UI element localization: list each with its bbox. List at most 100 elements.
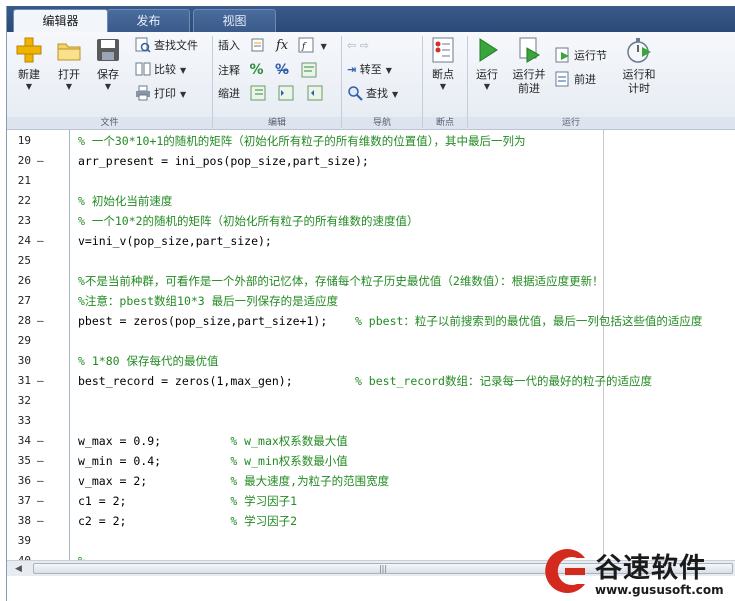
- line-number: 27: [17, 294, 31, 307]
- code-comment: %不是当前种群，可看作是一个外部的记忆体，存储每个粒子历史最优值（2维数值）：根…: [78, 274, 604, 288]
- code-comment: %注意：pbest数组10*3 最后一列保存的是适应度: [78, 294, 339, 308]
- code-statement: w_max = 0.9;: [78, 434, 231, 448]
- code-editor[interactable]: 19 % 一个30*10+1的随机的矩阵（初始化所有粒子的所有维数的位置值），其中…: [7, 130, 735, 560]
- code-line[interactable]: 21: [7, 171, 735, 191]
- open-button[interactable]: 打开 ▼: [53, 36, 85, 92]
- back-forward-buttons[interactable]: ⇦ ⇨: [347, 36, 369, 56]
- save-icon: [94, 36, 122, 64]
- executable-marker[interactable]: —: [37, 471, 44, 491]
- forward-arrow-icon[interactable]: ⇨: [360, 39, 369, 52]
- code-line[interactable]: 20 — arr_present = ini_pos(pop_size,part_s…: [7, 151, 735, 171]
- open-label: 打开: [58, 68, 80, 81]
- code-line[interactable]: 30 % 1*80 保存每代的最优值: [7, 351, 735, 371]
- code-line[interactable]: 28 — pbest = zeros(pop_size,part_size+1); …: [7, 311, 735, 331]
- line-number: 36: [17, 474, 31, 487]
- insert-button[interactable]: 插入 fx f ▼: [218, 36, 327, 56]
- increase-indent-icon[interactable]: [278, 85, 294, 101]
- code-line[interactable]: 35 — w_min = 0.4; % w_min权系数最小值: [7, 451, 735, 471]
- run-and-time-button[interactable]: 运行和 计时: [619, 36, 659, 96]
- code-line[interactable]: 25: [7, 251, 735, 271]
- code-line[interactable]: 29: [7, 331, 735, 351]
- code-text: %不是当前种群，可看作是一个外部的记忆体，存储每个粒子历史最优值（2维数值）：根…: [78, 271, 604, 291]
- code-line[interactable]: 34 — w_max = 0.9; % w_max权系数最大值: [7, 431, 735, 451]
- code-text: w_min = 0.4; % w_min权系数最小值: [78, 451, 348, 471]
- save-button[interactable]: 保存 ▼: [92, 36, 124, 92]
- tab-view[interactable]: 视图: [193, 9, 276, 32]
- executable-marker[interactable]: —: [37, 151, 44, 171]
- run-section-button[interactable]: 运行节: [555, 46, 607, 66]
- code-line[interactable]: 31 — best_record = zeros(1,max_gen); % bes…: [7, 371, 735, 391]
- ribbon-divider: [467, 36, 468, 128]
- advance-button[interactable]: 前进: [555, 70, 596, 90]
- code-comment: % 初始化当前速度: [78, 194, 173, 208]
- watermark-name: 谷速软件: [595, 553, 707, 584]
- code-line[interactable]: 36 — v_max = 2; % 最大速度,为粒子的范围宽度: [7, 471, 735, 491]
- executable-marker[interactable]: —: [37, 431, 44, 451]
- code-line[interactable]: 26 %不是当前种群，可看作是一个外部的记忆体，存储每个粒子历史最优值（2维数值）…: [7, 271, 735, 291]
- goto-button[interactable]: ⇥ 转至 ▼: [347, 60, 392, 80]
- run-advance-icon: [515, 36, 543, 64]
- code-text: % 一个10*2的随机的矩阵（初始化所有粒子的所有维数的速度值）: [78, 211, 419, 231]
- code-text: w_max = 0.9; % w_max权系数最大值: [78, 431, 348, 451]
- code-line[interactable]: 33: [7, 411, 735, 431]
- executable-marker[interactable]: —: [37, 451, 44, 471]
- ribbon-divider: [341, 36, 342, 128]
- breakpoints-button[interactable]: 断点 ▼: [425, 36, 461, 92]
- line-number: 37: [17, 494, 31, 507]
- back-arrow-icon[interactable]: ⇦: [347, 39, 356, 52]
- code-comment: % w_max权系数最大值: [230, 434, 348, 448]
- run-time-label-1: 运行和: [622, 68, 656, 81]
- executable-marker[interactable]: —: [37, 231, 44, 251]
- ribbon-toolbar: 新建 ▼ 打开 ▼ 保存 ▼ 查找文件 比较 ▼ 打印 ▼ 文件 插入 fx f…: [7, 32, 735, 130]
- function-icon[interactable]: f: [298, 37, 314, 53]
- line-number: 38: [17, 514, 31, 527]
- line-number: 29: [17, 334, 31, 347]
- smart-indent-icon[interactable]: [250, 85, 266, 101]
- tab-editor[interactable]: 编辑器: [13, 9, 108, 32]
- compare-button[interactable]: 比较 ▼: [135, 60, 186, 80]
- print-button[interactable]: 打印 ▼: [135, 84, 186, 104]
- code-statement: arr_present = ini_pos(pop_size,part_size…: [78, 154, 369, 168]
- comment-button[interactable]: 注释 % %̶: [218, 60, 320, 80]
- code-line[interactable]: 19 % 一个30*10+1的随机的矩阵（初始化所有粒子的所有维数的位置值），其中…: [7, 131, 735, 151]
- run-button[interactable]: 运行 ▼: [471, 36, 503, 92]
- gususoft-logo: [545, 549, 585, 593]
- executable-marker[interactable]: —: [37, 511, 44, 531]
- code-line[interactable]: 22 % 初始化当前速度: [7, 191, 735, 211]
- save-label: 保存: [97, 68, 119, 81]
- chevron-down-icon: ▼: [320, 42, 327, 51]
- find-label: 查找: [366, 87, 388, 100]
- chevron-down-icon: ▼: [439, 82, 447, 91]
- find-files-button[interactable]: 查找文件: [135, 36, 198, 56]
- compare-icon: [135, 61, 151, 77]
- line-number: 24: [17, 234, 31, 247]
- find-button[interactable]: 查找 ▼: [347, 84, 398, 104]
- line-number: 31: [17, 374, 31, 387]
- uncomment-percent-icon[interactable]: %̶: [275, 62, 289, 78]
- code-text: %注意：pbest数组10*3 最后一列保存的是适应度: [78, 291, 338, 311]
- chevron-down-icon: ▼: [104, 82, 112, 91]
- code-line[interactable]: 24 — v=ini_v(pop_size,part_size);: [7, 231, 735, 251]
- decrease-indent-icon[interactable]: [307, 85, 323, 101]
- line-number: 40: [7, 551, 31, 560]
- chevron-down-icon: ▼: [25, 82, 33, 91]
- tab-publish[interactable]: 发布: [107, 9, 190, 32]
- code-line[interactable]: 23 % 一个10*2的随机的矩阵（初始化所有粒子的所有维数的速度值）: [7, 211, 735, 231]
- comment-percent-icon[interactable]: %: [250, 62, 264, 78]
- executable-marker[interactable]: —: [37, 311, 44, 331]
- code-comment: % w_min权系数最小值: [230, 454, 348, 468]
- wrap-comments-icon[interactable]: [301, 62, 317, 78]
- executable-marker[interactable]: —: [37, 491, 44, 511]
- fx-icon[interactable]: fx: [276, 38, 288, 53]
- code-line[interactable]: 32: [7, 391, 735, 411]
- code-line[interactable]: 38 — c2 = 2; % 学习因子2: [7, 511, 735, 531]
- indent-button[interactable]: 缩进: [218, 84, 326, 104]
- new-button[interactable]: 新建 ▼: [13, 36, 45, 92]
- code-line[interactable]: 37 — c1 = 2; % 学习因子1: [7, 491, 735, 511]
- code-line[interactable]: 27 %注意：pbest数组10*3 最后一列保存的是适应度: [7, 291, 735, 311]
- run-and-advance-button[interactable]: 运行并 前进: [509, 36, 549, 96]
- executable-marker[interactable]: —: [37, 371, 44, 391]
- new-label: 新建: [18, 68, 40, 81]
- code-statement: w_min = 0.4;: [78, 454, 231, 468]
- scroll-left-arrow-icon[interactable]: ◀: [15, 564, 22, 574]
